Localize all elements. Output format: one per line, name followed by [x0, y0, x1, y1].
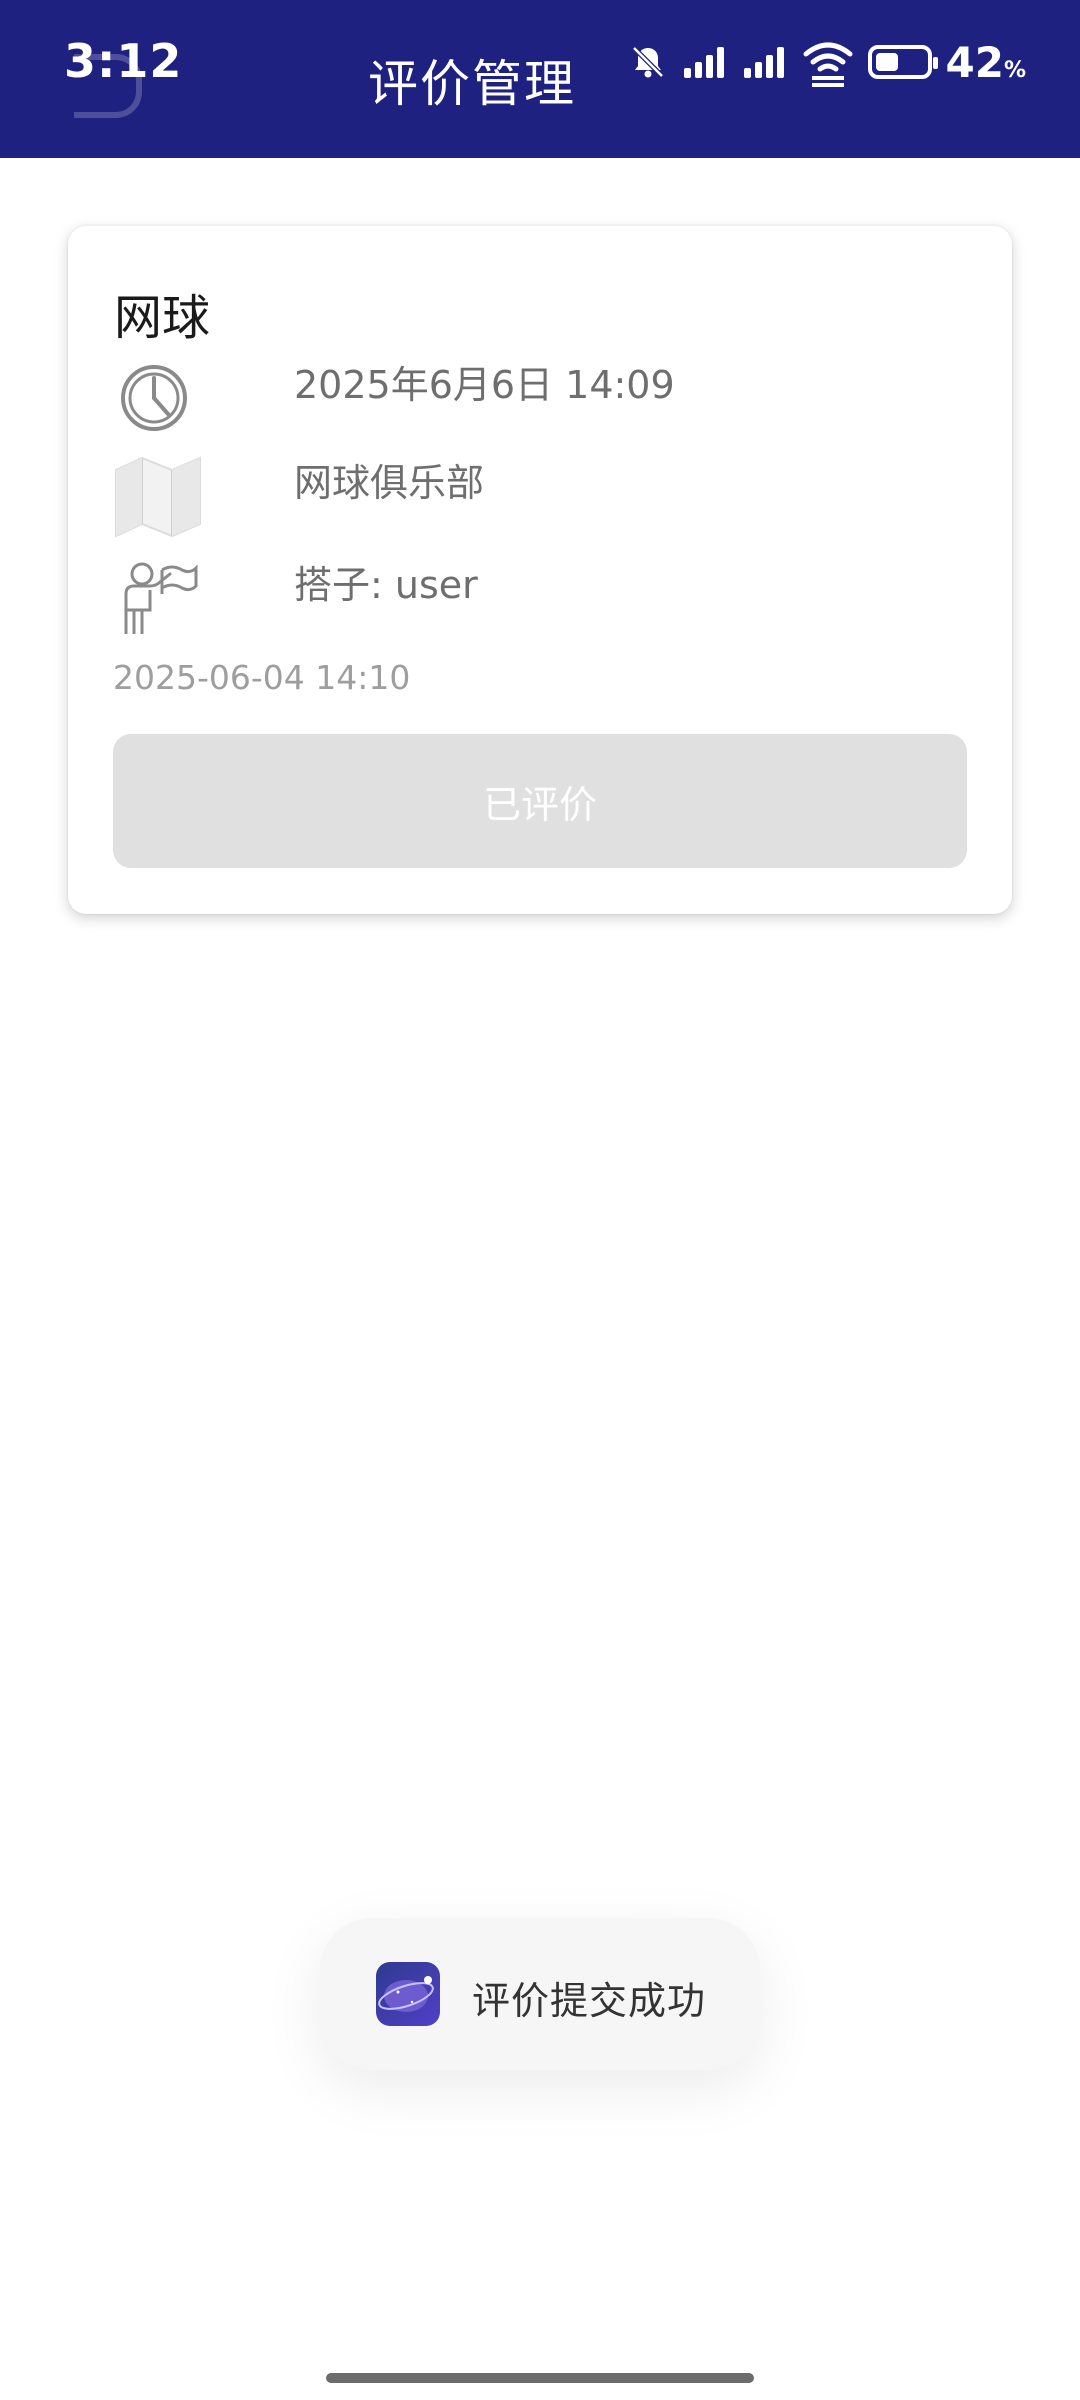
event-time: 2025年6月6日 14:09: [294, 363, 675, 407]
home-indicator[interactable]: [326, 2373, 754, 2383]
app-header: 3:12 评价管理 42%: [0, 0, 1080, 158]
map-icon: [112, 452, 204, 542]
rated-button[interactable]: 已评价: [113, 734, 967, 868]
time-row: 2025年6月6日 14:09: [112, 354, 972, 444]
toast: 评价提交成功: [320, 1918, 760, 2070]
clock-icon: [112, 354, 196, 442]
battery-icon: [867, 45, 938, 79]
created-timestamp: 2025-06-04 14:10: [113, 658, 411, 697]
signal-icon: [682, 44, 728, 80]
partner-icon: [112, 554, 198, 644]
wifi-icon: [802, 36, 854, 88]
signal-icon: [742, 44, 788, 80]
event-place: 网球俱乐部: [294, 461, 485, 505]
card-title: 网球: [114, 290, 211, 346]
partner-row: 搭子: user: [112, 554, 972, 644]
toast-message: 评价提交成功: [472, 1979, 707, 2023]
partner-name: 搭子: user: [294, 563, 478, 607]
status-icons: 42%: [628, 36, 1027, 88]
place-row: 网球俱乐部: [112, 452, 972, 542]
bell-off-icon: [628, 42, 668, 82]
evaluation-card[interactable]: 网球 2025年6月6日 14:09 网球俱乐部 搭子: user 2025-0…: [68, 226, 1012, 914]
battery-level: 42%: [945, 37, 1027, 87]
app-icon: [376, 1962, 440, 2026]
